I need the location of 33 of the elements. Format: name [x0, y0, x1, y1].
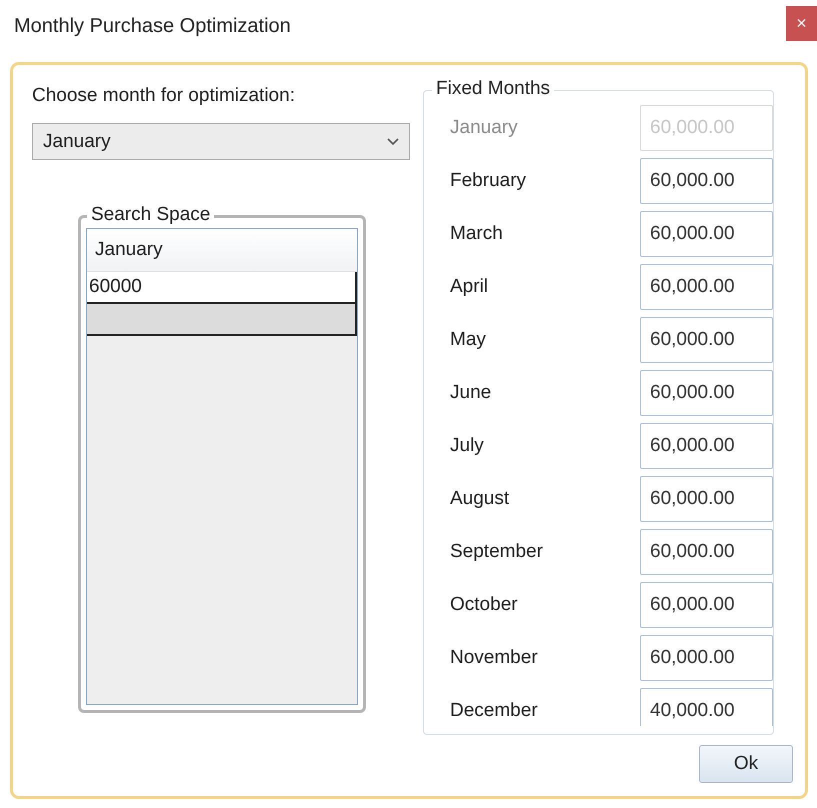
amount-field[interactable]: 40,000.00 [640, 688, 773, 726]
amount-field[interactable]: 60,000.00 [640, 317, 773, 363]
month-label: March [450, 223, 503, 245]
new-row[interactable] [87, 302, 357, 336]
month-label: February [450, 170, 526, 192]
group-title: Search Space [87, 204, 214, 226]
chevron-down-icon [387, 138, 399, 146]
column-header[interactable]: January [95, 239, 163, 261]
month-label: January [450, 117, 518, 139]
window-title: Monthly Purchase Optimization [14, 14, 291, 38]
amount-field[interactable]: 60,000.00 [640, 264, 773, 310]
amount-field[interactable]: 60,000.00 [640, 635, 773, 681]
close-button[interactable]: × [786, 6, 817, 40]
month-label: May [450, 329, 486, 351]
grid-cell[interactable]: 60000 [87, 272, 357, 302]
amount-field[interactable]: 60,000.00 [640, 423, 773, 469]
amount-field[interactable]: 60,000.00 [640, 370, 773, 416]
amount-field[interactable]: 60,000.00 [640, 211, 773, 257]
month-prompt: Choose month for optimization: [32, 85, 296, 107]
amount-field[interactable]: 60,000.00 [640, 529, 773, 575]
amount-field[interactable]: 60,000.00 [640, 582, 773, 628]
ok-button[interactable]: Ok [699, 745, 793, 783]
month-label: June [450, 382, 492, 404]
month-label: October [450, 594, 518, 616]
month-dropdown[interactable]: January [32, 123, 410, 160]
month-label: November [450, 647, 538, 669]
month-label: July [450, 435, 484, 457]
amount-field[interactable]: 60,000.00 [640, 158, 773, 204]
month-label: December [450, 700, 538, 722]
month-label: April [450, 276, 488, 298]
month-label: August [450, 488, 510, 510]
month-label: September [450, 541, 543, 563]
amount-field[interactable]: 60,000.00 [640, 476, 773, 522]
